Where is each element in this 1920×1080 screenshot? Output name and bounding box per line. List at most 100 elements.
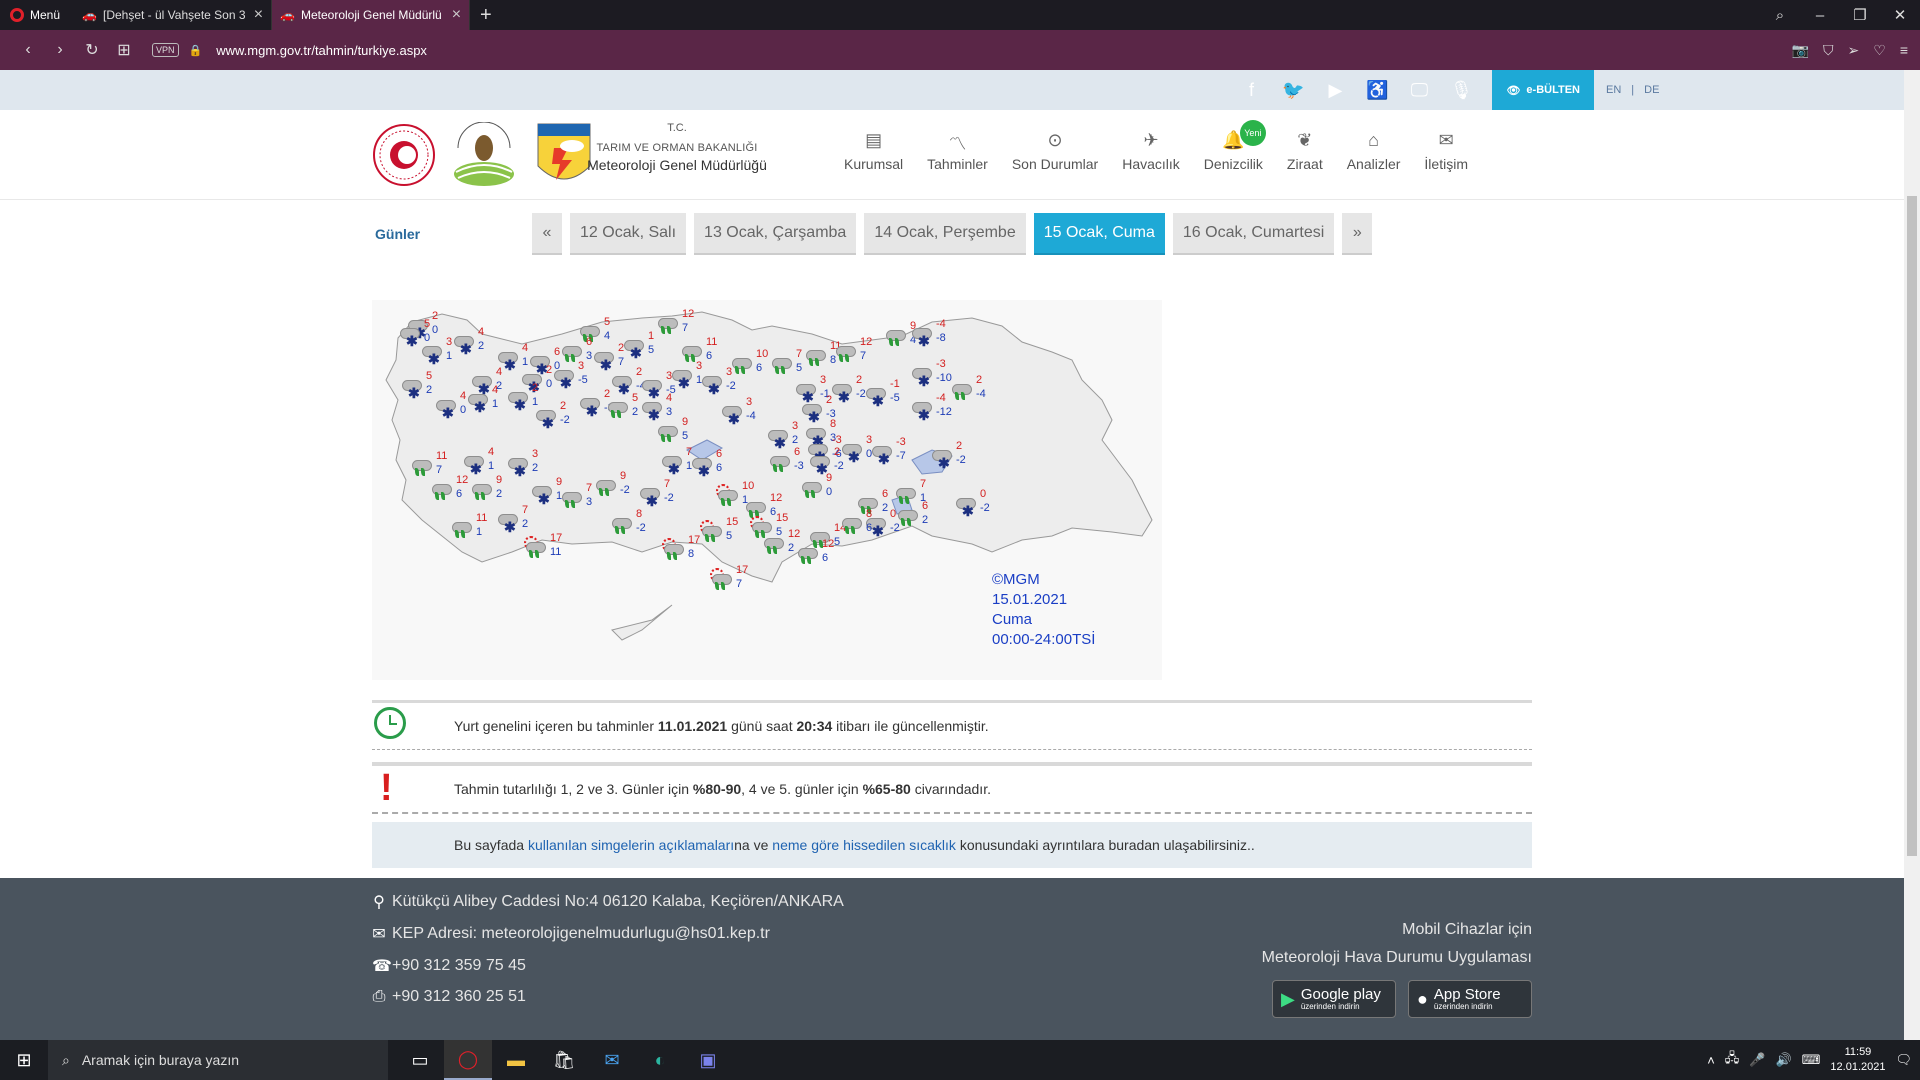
- day-tab[interactable]: 13 Ocak, Çarşamba: [694, 213, 857, 255]
- weather-station[interactable]: 73: [562, 482, 596, 512]
- weather-station[interactable]: ✱ 4 0: [436, 390, 470, 420]
- weather-station[interactable]: 6 -3: [770, 446, 804, 476]
- mail-app-icon[interactable]: ✉: [588, 1040, 636, 1080]
- nav-kurumsal[interactable]: ▤ Kurumsal: [832, 130, 915, 172]
- lang-de-link[interactable]: DE: [1644, 84, 1659, 96]
- close-window-button[interactable]: ✕: [1880, 6, 1920, 24]
- weather-station[interactable]: ✱ 6 6: [692, 448, 726, 478]
- weather-station[interactable]: ✱ 9 1: [532, 476, 566, 506]
- weather-station[interactable]: ✱ 2 -4: [612, 366, 646, 396]
- agency-name[interactable]: Meteoroloji Genel Müdürlüğü: [582, 157, 772, 173]
- day-tab[interactable]: 16 Ocak, Cumartesi: [1172, 213, 1335, 255]
- vpn-badge[interactable]: VPN: [152, 43, 179, 57]
- weather-station[interactable]: ✱ 3 1: [422, 336, 456, 366]
- weather-station[interactable]: ✱ 2 7: [594, 342, 628, 372]
- lang-en-link[interactable]: EN: [1606, 84, 1621, 96]
- network-icon[interactable]: 🖧: [1725, 1049, 1740, 1071]
- weather-station[interactable]: 75: [772, 348, 806, 378]
- scrollbar-thumb[interactable]: [1907, 196, 1917, 856]
- nav-tahminler[interactable]: 〽 Tahminler: [915, 130, 1000, 172]
- notification-icon[interactable]: 🗨: [1895, 1052, 1912, 1068]
- weather-station[interactable]: ✱ 2 -2: [832, 374, 866, 404]
- weather-station[interactable]: 86: [842, 508, 876, 538]
- microphone-icon[interactable]: 🎙: [1440, 80, 1482, 101]
- opera-icon[interactable]: ◯: [444, 1040, 492, 1080]
- weather-station[interactable]: ✱ 2 -2: [932, 440, 966, 470]
- back-button[interactable]: ‹: [12, 41, 44, 59]
- weather-station[interactable]: 12 7: [658, 308, 694, 338]
- task-view-icon[interactable]: ▭: [396, 1040, 444, 1080]
- heart-icon[interactable]: ♡: [1873, 42, 1886, 59]
- browser-menu-button[interactable]: Menü: [0, 0, 74, 30]
- weather-station[interactable]: ✱ 0 -2: [956, 488, 990, 518]
- ministry-seal-logo[interactable]: [372, 122, 436, 188]
- weather-station[interactable]: 95: [658, 416, 692, 446]
- weather-station[interactable]: 17 8: [662, 534, 700, 564]
- weather-station[interactable]: 12 2: [764, 528, 800, 558]
- url-field[interactable]: www.mgm.gov.tr/tahmin/turkiye.aspx: [216, 43, 427, 58]
- weather-station[interactable]: 9 -2: [596, 470, 630, 500]
- weather-station[interactable]: 62: [898, 500, 932, 530]
- nav-ziraat[interactable]: ❦ Ziraat: [1275, 130, 1335, 172]
- nav-denizcilik[interactable]: 🔔 Yeni Denizcilik: [1192, 120, 1275, 172]
- google-play-button[interactable]: ▶ Google play üzerinden indirin: [1272, 980, 1396, 1018]
- next-day-button[interactable]: »: [1342, 213, 1373, 255]
- restore-button[interactable]: ❐: [1840, 6, 1880, 24]
- tab-dehset[interactable]: 🚗 [Dehşet - ül Vahşete Son 3 ×: [74, 0, 273, 30]
- reload-button[interactable]: ↻: [76, 40, 108, 60]
- weather-station[interactable]: 12 6: [798, 538, 834, 568]
- new-tab-button[interactable]: +: [470, 4, 502, 27]
- weather-station[interactable]: 10 6: [732, 348, 768, 378]
- feels-like-link[interactable]: neme göre hissedilen sıcaklık: [772, 837, 956, 853]
- chevron-up-icon[interactable]: ˄: [1707, 1053, 1715, 1068]
- weather-station[interactable]: 90: [802, 472, 836, 502]
- close-tab-icon[interactable]: ×: [452, 6, 461, 24]
- weather-station[interactable]: 11 7: [412, 450, 447, 480]
- forward-button[interactable]: ›: [44, 41, 76, 59]
- weather-station[interactable]: 12 7: [836, 336, 872, 366]
- keyboard-icon[interactable]: ⌨: [1802, 1052, 1821, 1068]
- tab-mgm[interactable]: 🚗 Meteoroloji Genel Müdürlü ×: [272, 0, 471, 30]
- ebulten-button[interactable]: 👁 e-BÜLTEN: [1492, 70, 1594, 110]
- day-tab[interactable]: 12 Ocak, Salı: [570, 213, 687, 255]
- nav-analizler[interactable]: ⌂ Analizler: [1335, 130, 1413, 172]
- monitor-icon[interactable]: 🖵: [1398, 80, 1440, 101]
- weather-station[interactable]: 11 1: [452, 512, 487, 542]
- weather-station[interactable]: ✱ -4 -12: [912, 392, 952, 422]
- forecast-map[interactable]: ©MGM 15.01.2021 Cuma 00:00-24:00TSİ ✱20✱…: [372, 300, 1162, 680]
- camera-icon[interactable]: 📷: [1792, 42, 1809, 59]
- speaker-icon[interactable]: 🔊: [1775, 1052, 1791, 1068]
- youtube-icon[interactable]: ▶: [1314, 80, 1356, 101]
- lock-icon[interactable]: 🔒: [189, 44, 203, 57]
- weather-station[interactable]: 17 7: [710, 564, 748, 594]
- weather-station[interactable]: ✱ 4 1: [464, 446, 498, 476]
- weather-station[interactable]: ✱ 7 1: [662, 446, 696, 476]
- weather-station[interactable]: 11 8: [806, 340, 841, 370]
- facebook-icon[interactable]: f: [1230, 80, 1272, 101]
- edge-icon[interactable]: ◐: [636, 1040, 684, 1080]
- weather-station[interactable]: ✱ 3 1: [672, 360, 706, 390]
- day-tab-active[interactable]: 15 Ocak, Cuma: [1033, 213, 1165, 255]
- store-icon[interactable]: 🛍: [540, 1040, 588, 1080]
- microphone-tray-icon[interactable]: 🎤: [1749, 1052, 1765, 1068]
- menu-lines-icon[interactable]: ≡: [1900, 42, 1908, 59]
- weather-station[interactable]: 8 -2: [612, 508, 646, 538]
- weather-station[interactable]: ✱ 3 0: [842, 434, 876, 464]
- search-icon[interactable]: ⌕: [1760, 7, 1800, 24]
- nav-havacilik[interactable]: ✈ Havacılık: [1110, 130, 1192, 172]
- weather-station[interactable]: ✱ 4 3: [642, 392, 676, 422]
- weather-station[interactable]: 2 -4: [952, 374, 986, 404]
- teams-icon[interactable]: ▣: [684, 1040, 732, 1080]
- minimize-button[interactable]: –: [1800, 7, 1840, 24]
- weather-station[interactable]: ✱ 3 -5: [554, 360, 588, 390]
- twitter-icon[interactable]: 🐦: [1272, 80, 1314, 101]
- weather-station[interactable]: ✱ -3 -10: [912, 358, 952, 388]
- weather-station[interactable]: ✱ 3 -2: [702, 366, 736, 396]
- send-icon[interactable]: ➢: [1848, 42, 1860, 59]
- close-tab-icon[interactable]: ×: [254, 6, 263, 24]
- weather-station[interactable]: ✱ 1 5: [624, 330, 658, 360]
- weather-station[interactable]: ✱ 2 -2: [536, 400, 570, 430]
- nav-iletisim[interactable]: ✉ İletişim: [1412, 130, 1480, 172]
- weather-station[interactable]: 12 6: [432, 474, 468, 504]
- taskbar-clock[interactable]: 11:59 12.01.2021: [1830, 1045, 1885, 1075]
